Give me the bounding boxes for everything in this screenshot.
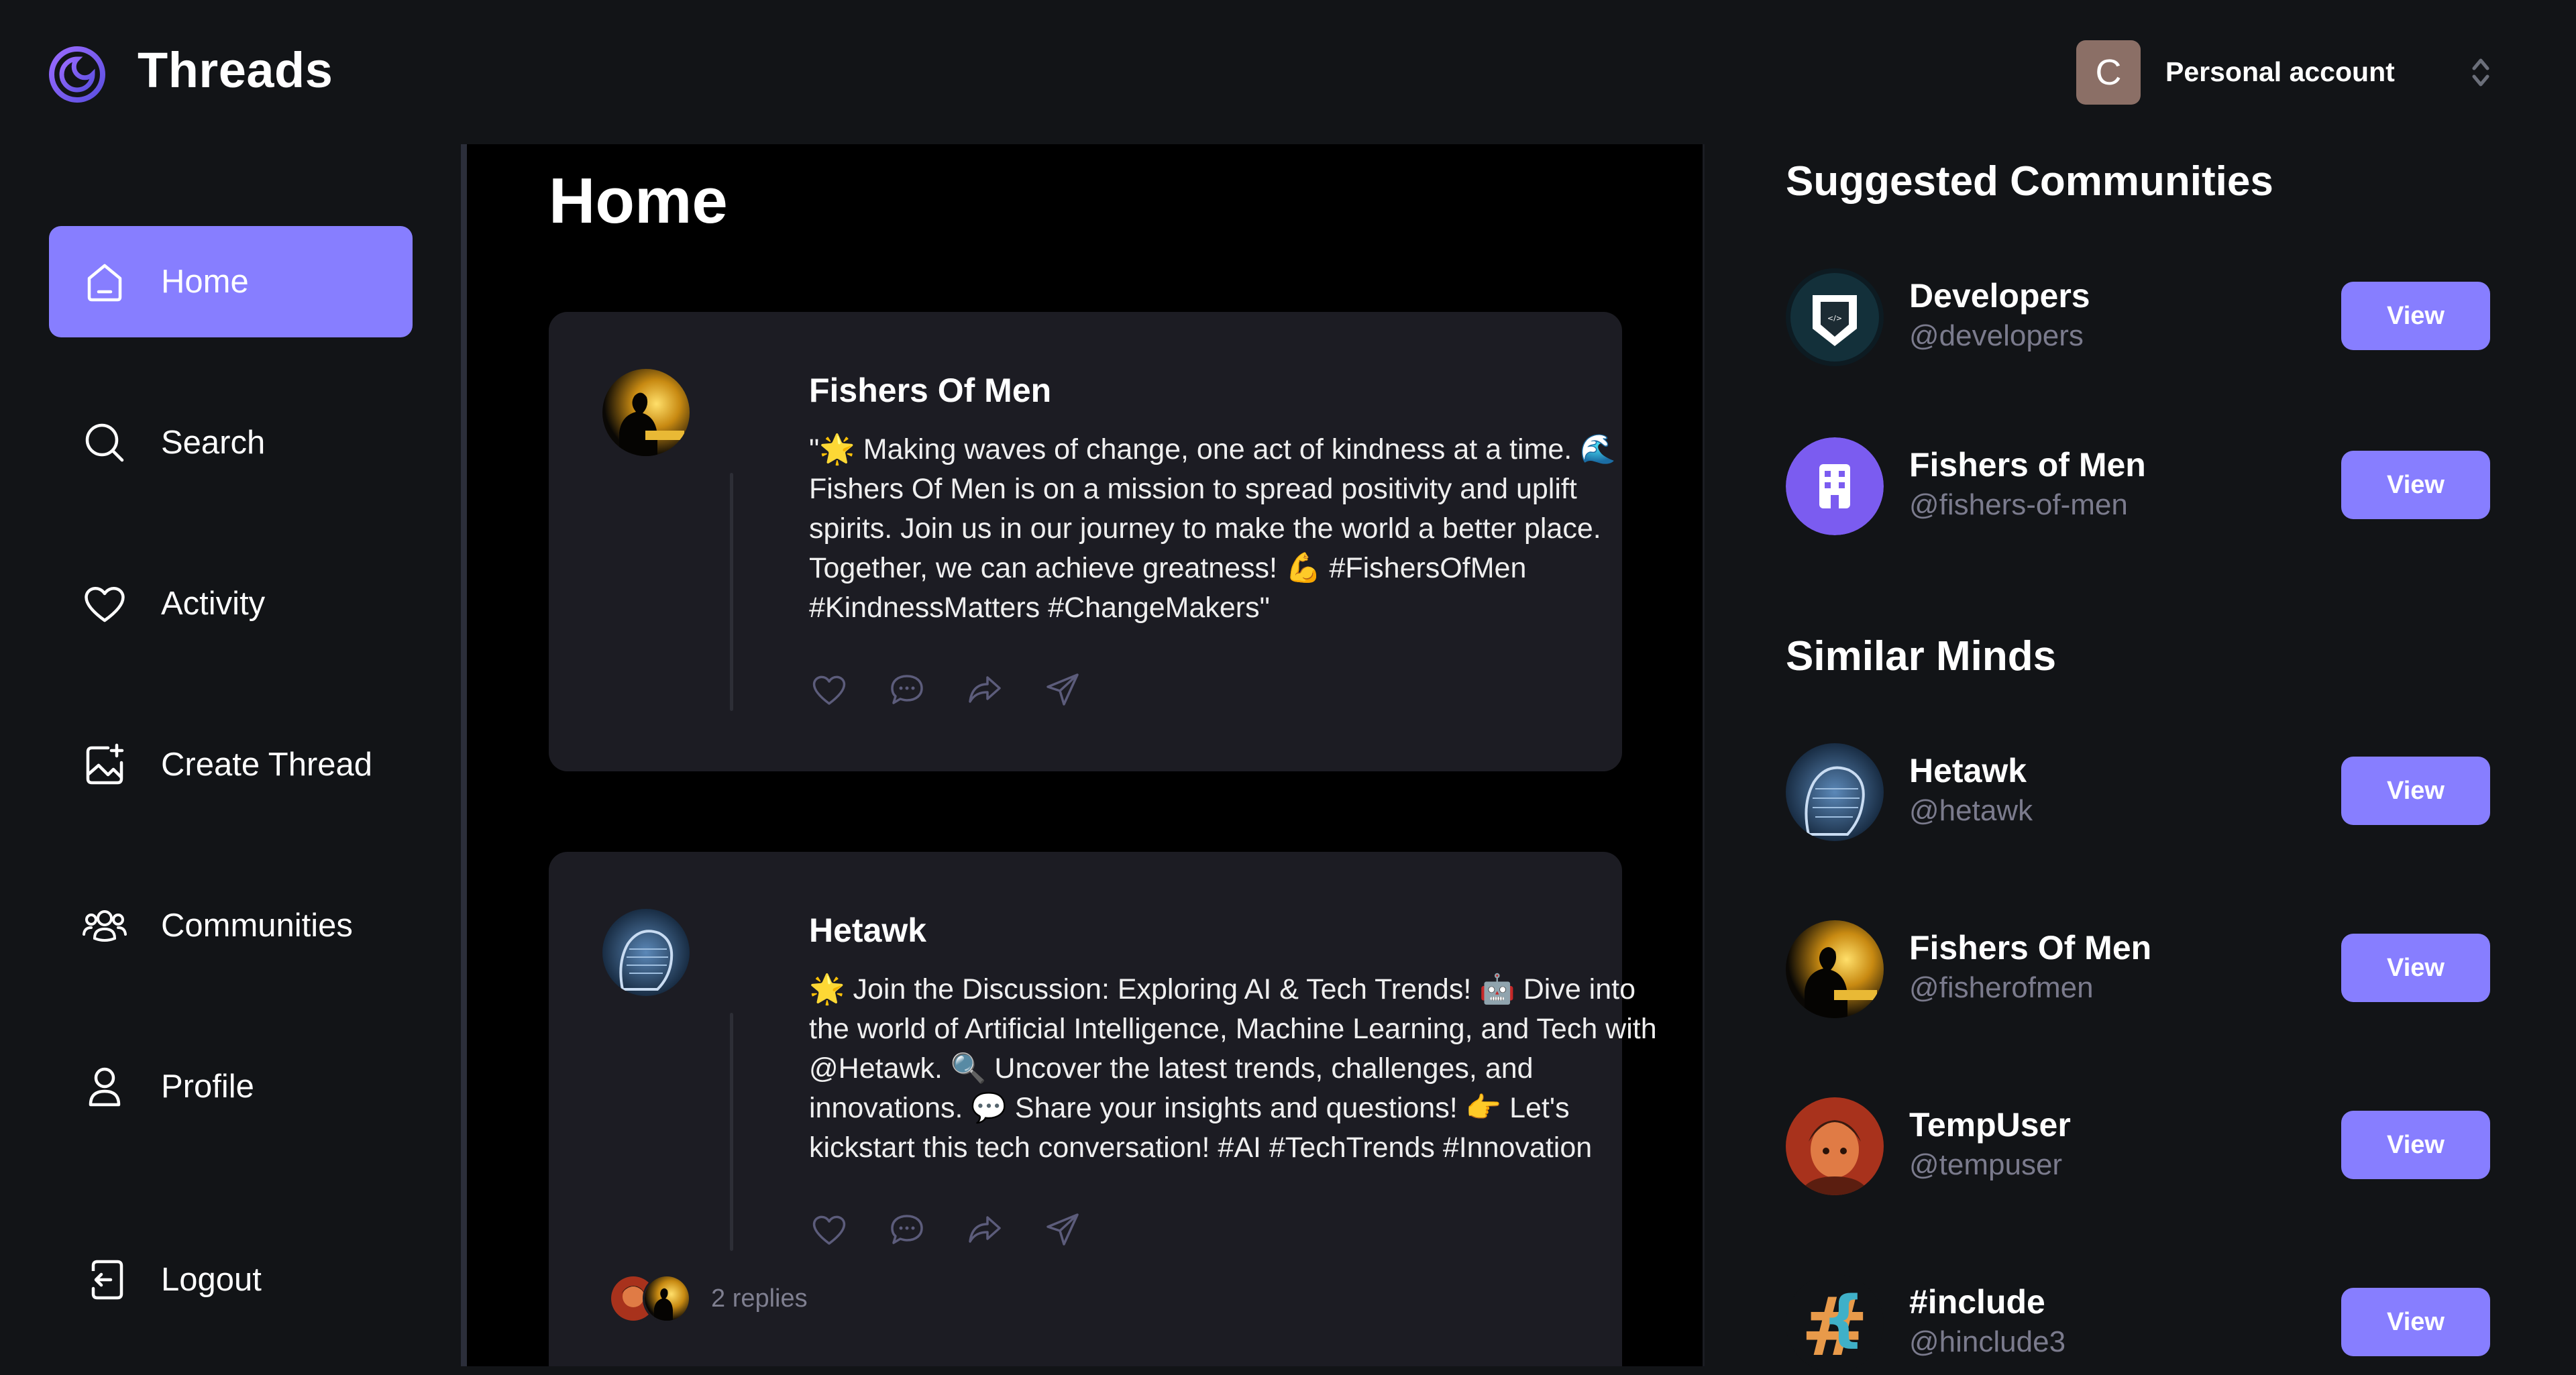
community-handle: @fishers-of-men xyxy=(1909,488,2128,521)
logout-button[interactable]: Logout xyxy=(49,1224,413,1335)
right-sidebar-divider xyxy=(1703,144,1705,1366)
avatar[interactable] xyxy=(1786,743,1884,841)
thread-card[interactable]: Fishers Of Men "🌟 Making waves of change… xyxy=(549,312,1622,771)
user-row: # { #include @hinclude3 View xyxy=(1786,1274,2524,1375)
post-text: 🌟 Join the Discussion: Exploring AI & Te… xyxy=(809,973,1657,1164)
user-row: TempUser @tempuser View xyxy=(1786,1097,2524,1198)
user-handle: @hinclude3 xyxy=(1909,1325,2066,1358)
community-row: </> Developers @developers View xyxy=(1786,268,2524,369)
user-icon xyxy=(89,1067,121,1107)
sidebar-item-activity[interactable]: Activity xyxy=(49,548,413,659)
sidebar-item-communities[interactable]: Communities xyxy=(49,870,413,981)
thread-card[interactable]: Hetawk 🌟 Join the Discussion: Exploring … xyxy=(549,852,1657,1366)
threads-logo-icon[interactable] xyxy=(47,44,107,105)
image-plus-icon xyxy=(86,743,124,785)
app-title: Threads xyxy=(138,42,333,98)
view-community-button[interactable]: View xyxy=(2341,451,2490,519)
page-title: Home xyxy=(549,165,728,237)
sidebar-item-home[interactable]: Home xyxy=(49,226,413,337)
community-name: Developers xyxy=(1909,277,2090,315)
view-user-button[interactable]: View xyxy=(2341,757,2490,825)
home-icon xyxy=(87,264,122,302)
share-icon[interactable] xyxy=(1042,669,1083,710)
view-user-button[interactable]: View xyxy=(2341,1111,2490,1179)
users-icon xyxy=(83,910,127,942)
heart-icon[interactable] xyxy=(809,669,849,710)
user-name: Fishers Of Men xyxy=(1909,929,2152,967)
post-actions xyxy=(809,1209,1083,1250)
user-handle: @tempuser xyxy=(1909,1148,2063,1181)
user-handle: @hetawk xyxy=(1909,794,2033,827)
repost-icon[interactable] xyxy=(965,1209,1005,1250)
share-icon[interactable] xyxy=(1042,1209,1083,1250)
heart-icon xyxy=(85,587,125,622)
comment-icon[interactable] xyxy=(887,669,927,710)
account-avatar[interactable]: C xyxy=(2076,40,2141,105)
similar-minds-title: Similar Minds xyxy=(1786,633,2057,679)
chevron-up-down-icon[interactable] xyxy=(2467,52,2494,93)
sidebar-item-create-thread[interactable]: Create Thread xyxy=(49,709,413,820)
left-sidebar: Home Search Activity Create Thread Commu… xyxy=(0,144,463,1366)
post-text: "🌟 Making waves of change, one act of ki… xyxy=(809,433,1616,624)
user-name: #include xyxy=(1909,1283,2045,1321)
community-row: Fishers of Men @fishers-of-men View xyxy=(1786,437,2524,538)
view-community-button[interactable]: View xyxy=(2341,282,2490,350)
user-name: TempUser xyxy=(1909,1106,2071,1144)
post-actions xyxy=(809,669,1083,710)
sidebar-scrollbar[interactable] xyxy=(461,144,467,1366)
sidebar-item-label: Search xyxy=(161,425,266,461)
user-handle: @fisherofmen xyxy=(1909,971,2094,1004)
main-feed: Home Fishers Of Men "🌟 Making waves of c… xyxy=(467,144,1703,1366)
post-author[interactable]: Fishers Of Men xyxy=(809,371,1051,410)
avatar[interactable] xyxy=(602,369,690,456)
avatar[interactable] xyxy=(602,909,690,996)
avatar[interactable]: # { xyxy=(1786,1274,1884,1372)
sidebar-item-label: Communities xyxy=(161,908,353,944)
community-handle: @developers xyxy=(1909,319,2084,352)
right-sidebar: Suggested Communities </> Developers @de… xyxy=(1703,144,2576,1372)
reply-avatar xyxy=(643,1274,691,1323)
logout-label: Logout xyxy=(161,1262,262,1298)
account-switcher-label[interactable]: Personal account xyxy=(2165,56,2395,88)
replies-summary[interactable]: 2 replies xyxy=(609,1274,808,1323)
logout-icon xyxy=(91,1260,123,1300)
community-name: Fishers of Men xyxy=(1909,446,2146,484)
topbar: Threads C Personal account xyxy=(0,0,2576,144)
sidebar-item-label: Activity xyxy=(161,586,266,622)
sidebar-item-label: Home xyxy=(161,264,249,300)
svg-text:{: { xyxy=(1822,1283,1865,1354)
view-user-button[interactable]: View xyxy=(2341,1288,2490,1356)
user-name: Hetawk xyxy=(1909,752,2027,789)
avatar[interactable]: </> xyxy=(1786,268,1884,366)
post-author[interactable]: Hetawk xyxy=(809,911,926,950)
user-row: Fishers Of Men @fisherofmen View xyxy=(1786,920,2524,1021)
sidebar-item-label: Create Thread xyxy=(161,747,373,783)
sidebar-item-search[interactable]: Search xyxy=(49,387,413,498)
repost-icon[interactable] xyxy=(965,669,1005,710)
search-icon xyxy=(85,423,124,462)
thread-line xyxy=(730,473,733,711)
thread-line xyxy=(730,1013,733,1251)
comment-icon[interactable] xyxy=(887,1209,927,1250)
avatar[interactable] xyxy=(1786,920,1884,1018)
replies-count: 2 replies xyxy=(711,1284,808,1313)
view-user-button[interactable]: View xyxy=(2341,934,2490,1002)
user-row: Hetawk @hetawk View xyxy=(1786,743,2524,844)
suggested-communities-title: Suggested Communities xyxy=(1786,158,2273,205)
svg-text:</>: </> xyxy=(1827,314,1842,323)
sidebar-item-label: Profile xyxy=(161,1068,254,1105)
heart-icon[interactable] xyxy=(809,1209,849,1250)
avatar[interactable] xyxy=(1786,1097,1884,1195)
sidebar-item-profile[interactable]: Profile xyxy=(49,1031,413,1142)
avatar[interactable] xyxy=(1786,437,1884,535)
